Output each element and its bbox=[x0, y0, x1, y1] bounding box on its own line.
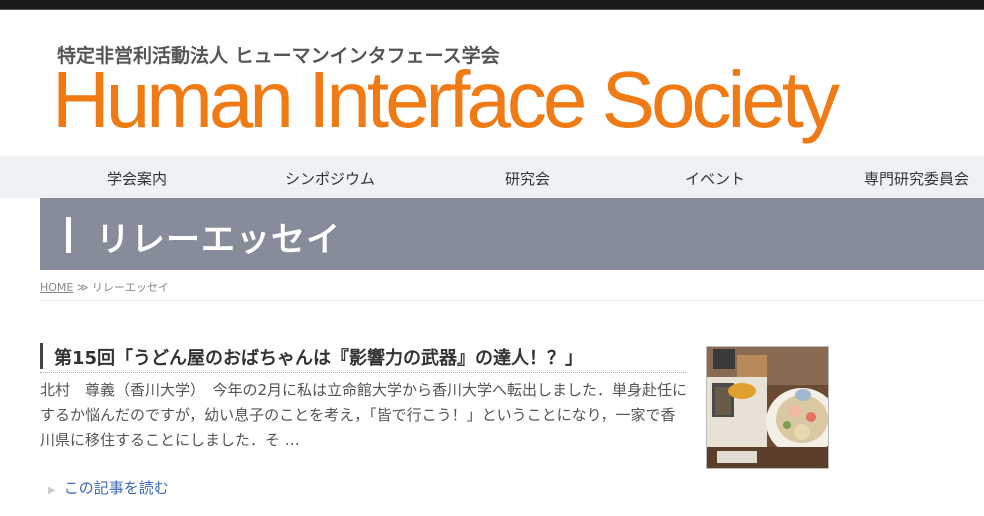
top-dark-bar bbox=[0, 0, 984, 10]
main-nav: 学会案内 シンポジウム 研究会 イベント 専門研究委員会 bbox=[0, 156, 984, 198]
nav-item-research-meeting[interactable]: 研究会 bbox=[505, 168, 550, 189]
post-excerpt: 北村 尊義（香川大学） 今年の2月に私は立命館大学から香川大学へ転出しました．単… bbox=[40, 381, 688, 449]
nav-item-event[interactable]: イベント bbox=[685, 168, 745, 189]
post-thumbnail-image[interactable] bbox=[706, 346, 829, 469]
post-title-link[interactable]: 第15回「うどん屋のおばちゃんは『影響力の武器』の達人！？」 bbox=[54, 344, 583, 370]
nav-item-committee[interactable]: 専門研究委員会 bbox=[864, 168, 969, 189]
breadcrumb-current: リレーエッセイ bbox=[91, 281, 169, 294]
udon-photo-icon bbox=[707, 347, 828, 468]
site-logo[interactable]: Human Interface Society bbox=[52, 60, 840, 140]
post-title-accent-bar bbox=[40, 343, 43, 369]
page-title-banner: リレーエッセイ bbox=[40, 198, 984, 270]
post-title-block: 第15回「うどん屋のおばちゃんは『影響力の武器』の達人！？」 bbox=[40, 343, 686, 373]
breadcrumb: HOME ≫ リレーエッセイ bbox=[40, 279, 169, 295]
page-title: リレーエッセイ bbox=[96, 220, 341, 260]
breadcrumb-divider bbox=[40, 300, 984, 301]
banner-accent-bar bbox=[66, 217, 71, 253]
read-more-label: この記事を読む bbox=[63, 479, 169, 497]
breadcrumb-separator-icon: ≫ bbox=[76, 281, 89, 294]
nav-item-symposium[interactable]: シンポジウム bbox=[285, 168, 375, 189]
triangle-right-icon: ▶ bbox=[48, 485, 56, 496]
site-header: 特定非営利活動法人 ヒューマンインタフェース学会 Human Interface… bbox=[0, 10, 984, 156]
nav-item-about[interactable]: 学会案内 bbox=[107, 168, 167, 189]
read-more-link[interactable]: ▶ この記事を読む bbox=[48, 477, 169, 498]
breadcrumb-home-link[interactable]: HOME bbox=[40, 281, 73, 294]
